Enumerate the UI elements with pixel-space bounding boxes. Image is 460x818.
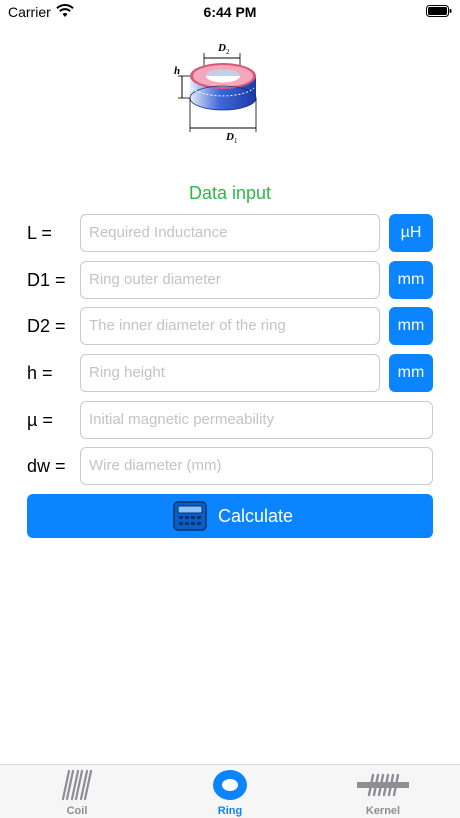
calculator-icon: [173, 501, 207, 531]
tab-coil[interactable]: Coil: [27, 765, 127, 818]
battery-icon: [426, 5, 452, 17]
calculate-button[interactable]: Calculate: [27, 494, 433, 538]
kernel-icon: [357, 773, 409, 797]
input-row-mu: µ = Initial magnetic permeability: [0, 401, 460, 441]
input-row-l: L = Required Inductance µH: [0, 214, 460, 254]
tab-ring-label: Ring: [217, 805, 243, 817]
tab-bar: Coil Ring Kernel: [0, 764, 460, 818]
outer-diameter-unit-button[interactable]: mm: [389, 261, 433, 299]
inductance-unit-button[interactable]: µH: [389, 214, 433, 252]
tab-kernel[interactable]: Kernel: [333, 765, 433, 818]
input-row-dw: dw = Wire diameter (mm): [0, 447, 460, 487]
inner-diameter-input[interactable]: The inner diameter of the ring: [80, 307, 380, 345]
ring-height-unit-button[interactable]: mm: [389, 354, 433, 392]
toroid-diagram: D 2 h D 1: [174, 42, 257, 145]
d1-row-label: D1 =: [27, 270, 66, 290]
d2-subscript: 2: [226, 48, 230, 56]
coil-icon: [61, 769, 93, 801]
inductance-input[interactable]: Required Inductance: [80, 214, 380, 252]
ring-icon: [213, 770, 247, 800]
d2-label: D: [217, 42, 226, 54]
d2-row-label: D2 =: [27, 316, 66, 336]
dw-row-label: dw =: [27, 456, 66, 476]
calculate-label: Calculate: [218, 506, 294, 526]
h-label: h: [174, 65, 180, 77]
l-label: L =: [27, 223, 52, 243]
ring-height-input[interactable]: Ring height: [80, 354, 380, 392]
tab-ring[interactable]: Ring: [180, 765, 280, 818]
section-title: Data input: [188, 183, 272, 203]
tab-coil-label: Coil: [66, 805, 88, 817]
input-row-h: h = Ring height mm: [0, 354, 460, 394]
tab-kernel-label: Kernel: [365, 805, 401, 817]
d1-label: D: [225, 131, 234, 143]
permeability-input[interactable]: Initial magnetic permeability: [80, 401, 433, 439]
input-row-d2: D2 = The inner diameter of the ring mm: [0, 307, 460, 347]
status-time: 6:44 PM: [203, 4, 257, 20]
mu-row-label: µ =: [27, 410, 53, 430]
status-bar: Carrier 6:44 PM: [0, 0, 460, 26]
wire-diameter-input[interactable]: Wire diameter (mm): [80, 447, 433, 485]
outer-diameter-input[interactable]: Ring outer diameter: [80, 261, 380, 299]
d1-subscript: 1: [234, 137, 238, 145]
inner-diameter-unit-button[interactable]: mm: [389, 307, 433, 345]
input-row-d1: D1 = Ring outer diameter mm: [0, 261, 460, 301]
h-row-label: h =: [27, 363, 53, 383]
